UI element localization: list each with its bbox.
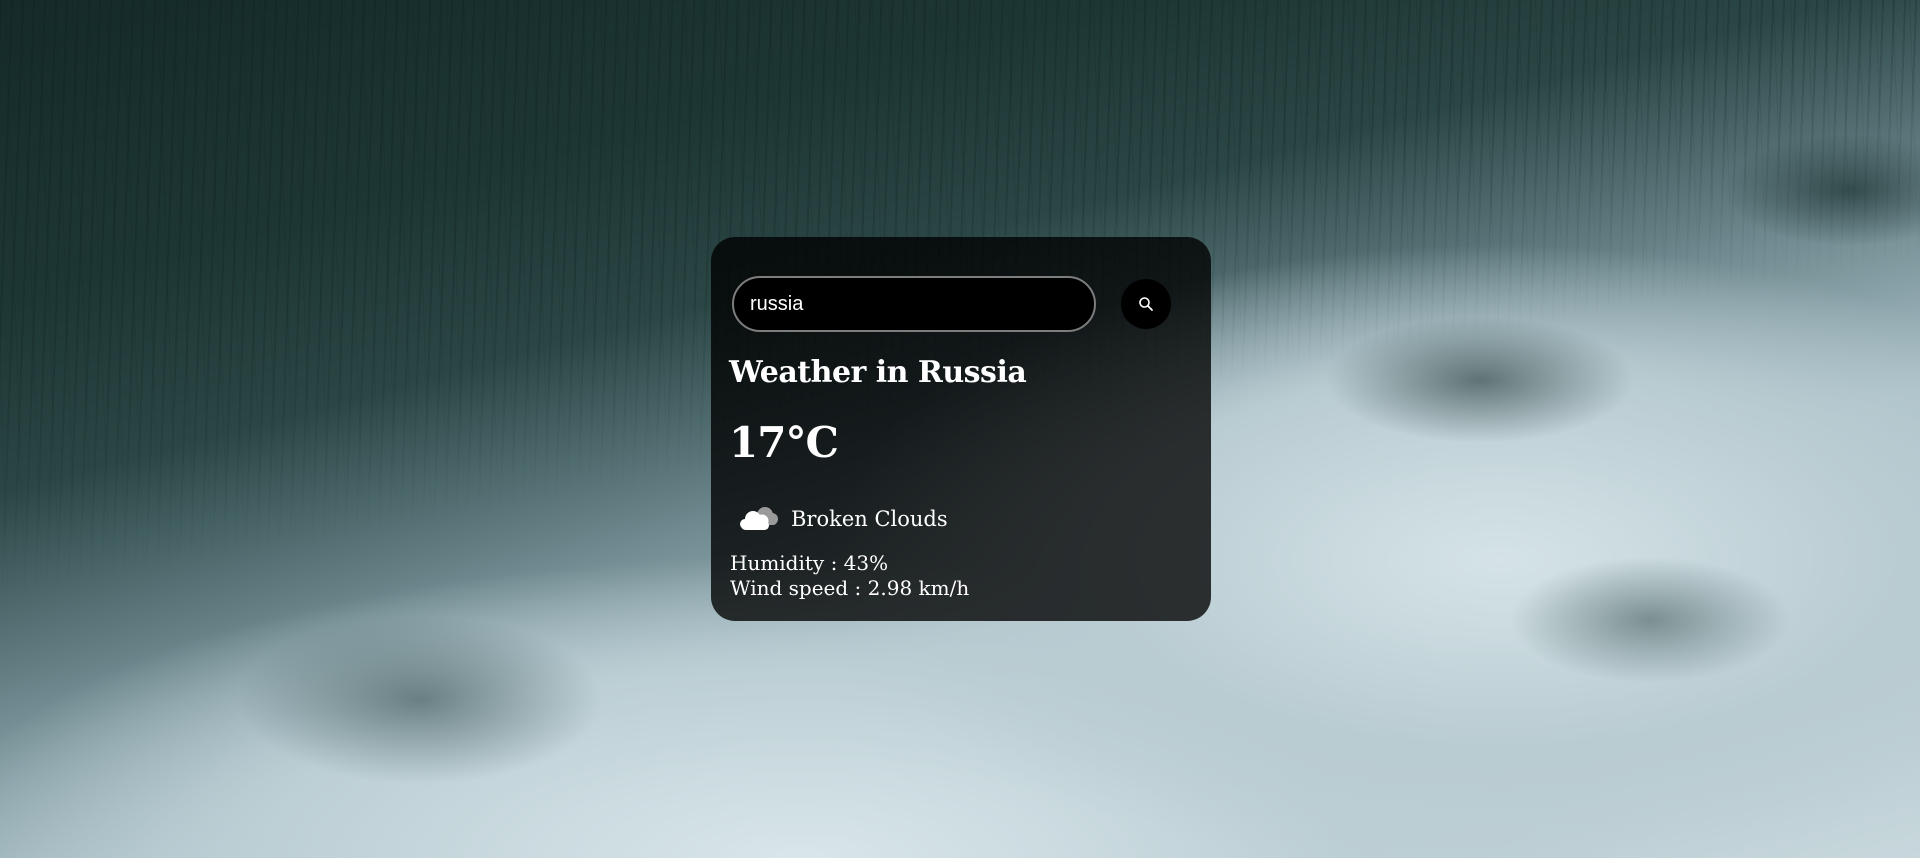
search-button[interactable]	[1121, 279, 1171, 329]
broken-clouds-icon	[740, 507, 778, 530]
search-icon	[1139, 297, 1153, 311]
wind-speed-text: Wind speed : 2.98 km/h	[730, 576, 970, 600]
weather-card: Weather in Russia 17°C Broken Clouds Hum…	[711, 237, 1211, 621]
temperature: 17°C	[729, 418, 839, 467]
weather-description-row: Broken Clouds	[735, 501, 948, 537]
city-title: Weather in Russia	[729, 355, 1027, 390]
weather-description: Broken Clouds	[791, 507, 948, 531]
humidity-text: Humidity : 43%	[730, 551, 889, 575]
search-input[interactable]	[732, 276, 1096, 332]
search-bar	[732, 276, 1171, 332]
